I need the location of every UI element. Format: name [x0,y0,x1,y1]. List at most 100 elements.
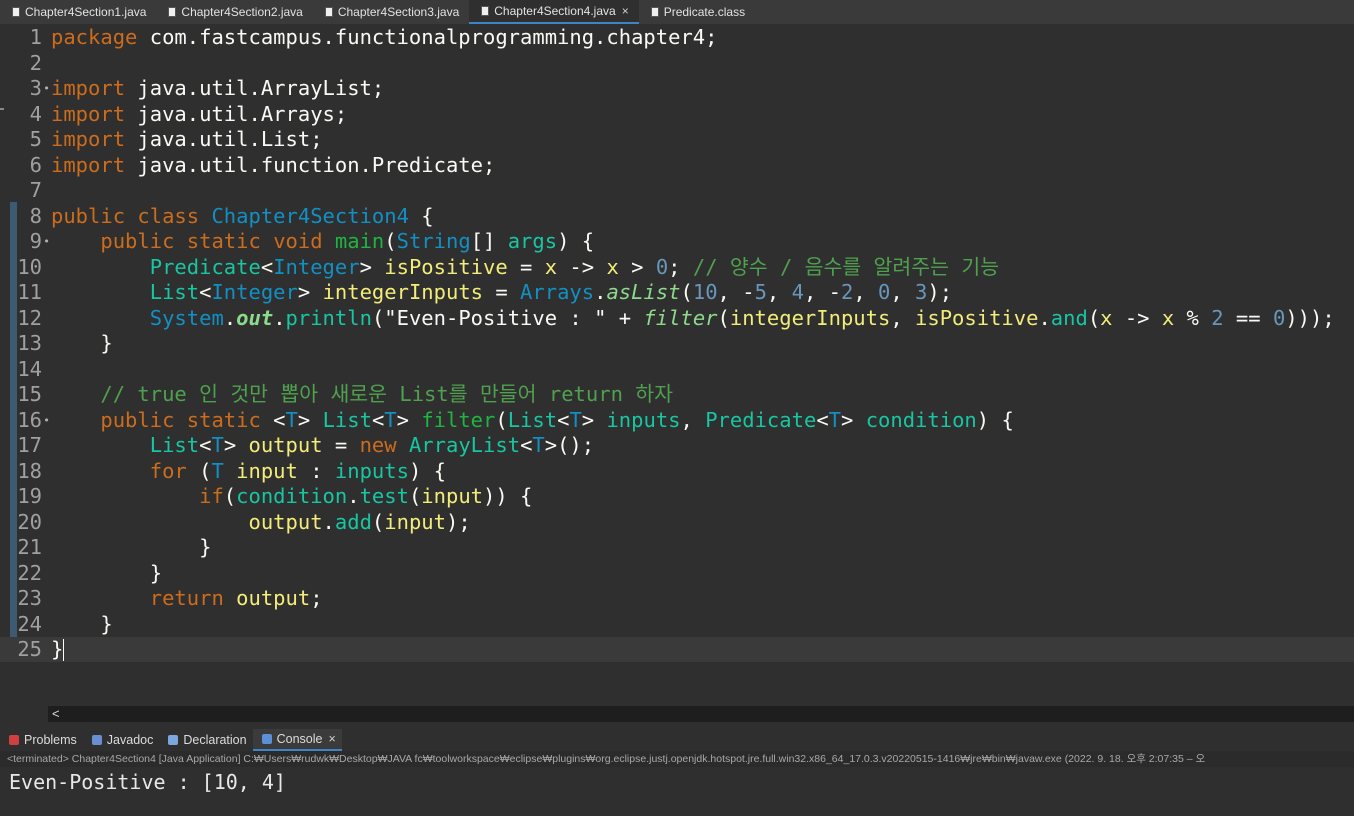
code-line: 4 import java.util.Arrays; [0,102,1354,127]
code-line: 20 output.add(input); [0,510,1354,535]
declaration-icon [168,735,179,745]
code-line: 12 System.out.println("Even-Positive : "… [0,306,1354,331]
javadoc-icon [91,735,102,745]
code-line: 14 [0,357,1354,382]
code-line: 17 List<T> output = new ArrayList<T>(); [0,433,1354,458]
line-number: 25 [17,637,42,661]
close-tab-icon[interactable]: × [622,4,629,18]
line-number: 10 [17,254,42,279]
line-number: 12 [17,305,42,330]
line-number: 3 [29,76,42,100]
code-line: 24 } [0,612,1354,637]
code-text: import java.util.function.Predicate; [51,152,496,177]
fold-marker-icon[interactable]: • [42,229,51,254]
class-file-icon [650,7,659,17]
scroll-left-icon[interactable]: < [52,706,60,722]
code-text: import java.util.ArrayList; [51,76,385,100]
editor-tab-1[interactable]: Chapter4Section1.java [0,0,156,24]
horizontal-scrollbar[interactable]: < [48,706,1354,722]
view-tab-problems[interactable]: Problems [0,729,83,751]
code-line: 6 import java.util.function.Predicate; [0,153,1354,178]
line-number: 16 [17,407,42,432]
editor-tab-3[interactable]: Chapter4Section3.java [313,0,469,24]
view-tab-label: Problems [24,733,77,747]
line-number: 4 [29,101,42,126]
code-line: 5 import java.util.List; [0,127,1354,152]
console-icon [261,734,272,744]
code-line: 22 } [0,561,1354,586]
line-number: 1 [29,25,42,49]
java-file-icon [12,7,20,17]
code-text: output.add(input); [248,509,471,534]
code-text: // true 인 것만 뽑아 새로운 List를 만들어 return 하자 [100,382,673,406]
editor-tab-2[interactable]: Chapter4Section2.java [156,0,312,24]
code-editor[interactable]: 1 package com.fastcampus.functionalprogra… [0,24,1354,706]
line-number: 9 [29,229,42,253]
code-text: } [51,331,113,355]
view-tab-console[interactable]: Console × [252,729,342,751]
view-tab-label: Console [276,732,323,746]
editor-tab-5[interactable]: Predicate.class [639,0,755,24]
code-text: public static <T> List<T> filter(List<T>… [100,407,1014,432]
line-number: 7 [29,178,42,202]
code-text: package com.fastcampus.functionalprogram… [51,25,718,49]
view-tab-bar: Problems Javadoc Declaration Console × [0,729,1354,751]
editor-tab-label: Chapter4Section2.java [181,5,303,19]
fold-marker-icon[interactable]: • [42,76,51,101]
code-line: 8 public class Chapter4Section4 { [0,204,1354,229]
console-status-line: <terminated> Chapter4Section4 [Java Appl… [0,751,1354,767]
code-text: } [51,535,212,559]
code-text: } [51,637,65,661]
view-tab-label: Declaration [183,733,247,747]
view-tab-declaration[interactable]: Declaration [159,729,252,751]
line-number: 23 [17,586,42,610]
code-text: List<T> output = new ArrayList<T>(); [149,433,595,457]
java-file-icon [481,6,490,16]
problems-icon [9,735,19,745]
line-number: 5 [29,127,42,151]
view-tab-label: Javadoc [106,733,154,747]
line-number: 13 [17,331,42,355]
code-text: List<Integer> integerInputs = Arrays.asL… [149,280,953,304]
line-number: 2 [29,50,42,75]
line-number: 24 [17,611,42,636]
code-line: 2 [0,51,1354,76]
code-text: import java.util.List; [51,127,323,151]
line-number: 19 [17,484,42,508]
text-cursor [63,639,65,661]
code-line: 25} [0,637,1354,662]
close-view-icon[interactable]: × [328,732,335,746]
line-number: 8 [29,203,42,228]
code-text: for (T input : inputs) { [149,458,446,483]
code-line: 15 // true 인 것만 뽑아 새로운 List를 만들어 return … [0,382,1354,407]
code-line: 3 • import java.util.ArrayList; [0,76,1354,101]
code-line: 16 • public static <T> List<T> filter(Lis… [0,408,1354,433]
code-text: } [51,560,163,585]
code-text: return output; [149,586,323,610]
code-line: 10 Predicate<Integer> isPositive = x -> … [0,255,1354,280]
code-line: 7 [0,178,1354,203]
console-output: Even-Positive : [10, 4] [9,770,286,794]
console-output-area[interactable]: Even-Positive : [10, 4] [0,767,1354,816]
code-line: 21 } [0,535,1354,560]
line-number: 18 [17,458,42,483]
editor-tab-4[interactable]: Chapter4Section4.java × [469,0,639,24]
fold-marker-icon[interactable]: • [42,408,51,433]
line-number: 6 [29,152,42,177]
java-file-icon [168,7,177,17]
editor-tab-label: Chapter4Section4.java [494,4,616,18]
code-text: Predicate<Integer> isPositive = x -> x >… [149,254,1000,279]
line-number: 21 [17,535,42,559]
code-text: } [51,611,113,636]
code-text: import java.util.Arrays; [51,101,348,126]
code-line: 11 List<Integer> integerInputs = Arrays.… [0,280,1354,305]
code-text: System.out.println("Even-Positive : " + … [149,305,1335,330]
code-line: 9 • public static void main(String[] args… [0,229,1354,254]
view-tab-javadoc[interactable]: Javadoc [83,729,160,751]
java-file-icon [324,7,333,17]
line-number: 14 [17,356,42,381]
editor-tab-label: Chapter4Section1.java [25,5,147,19]
code-line: 23 return output; [0,586,1354,611]
line-number: 22 [17,560,42,585]
code-text: public static void main(String[] args) { [100,229,595,253]
